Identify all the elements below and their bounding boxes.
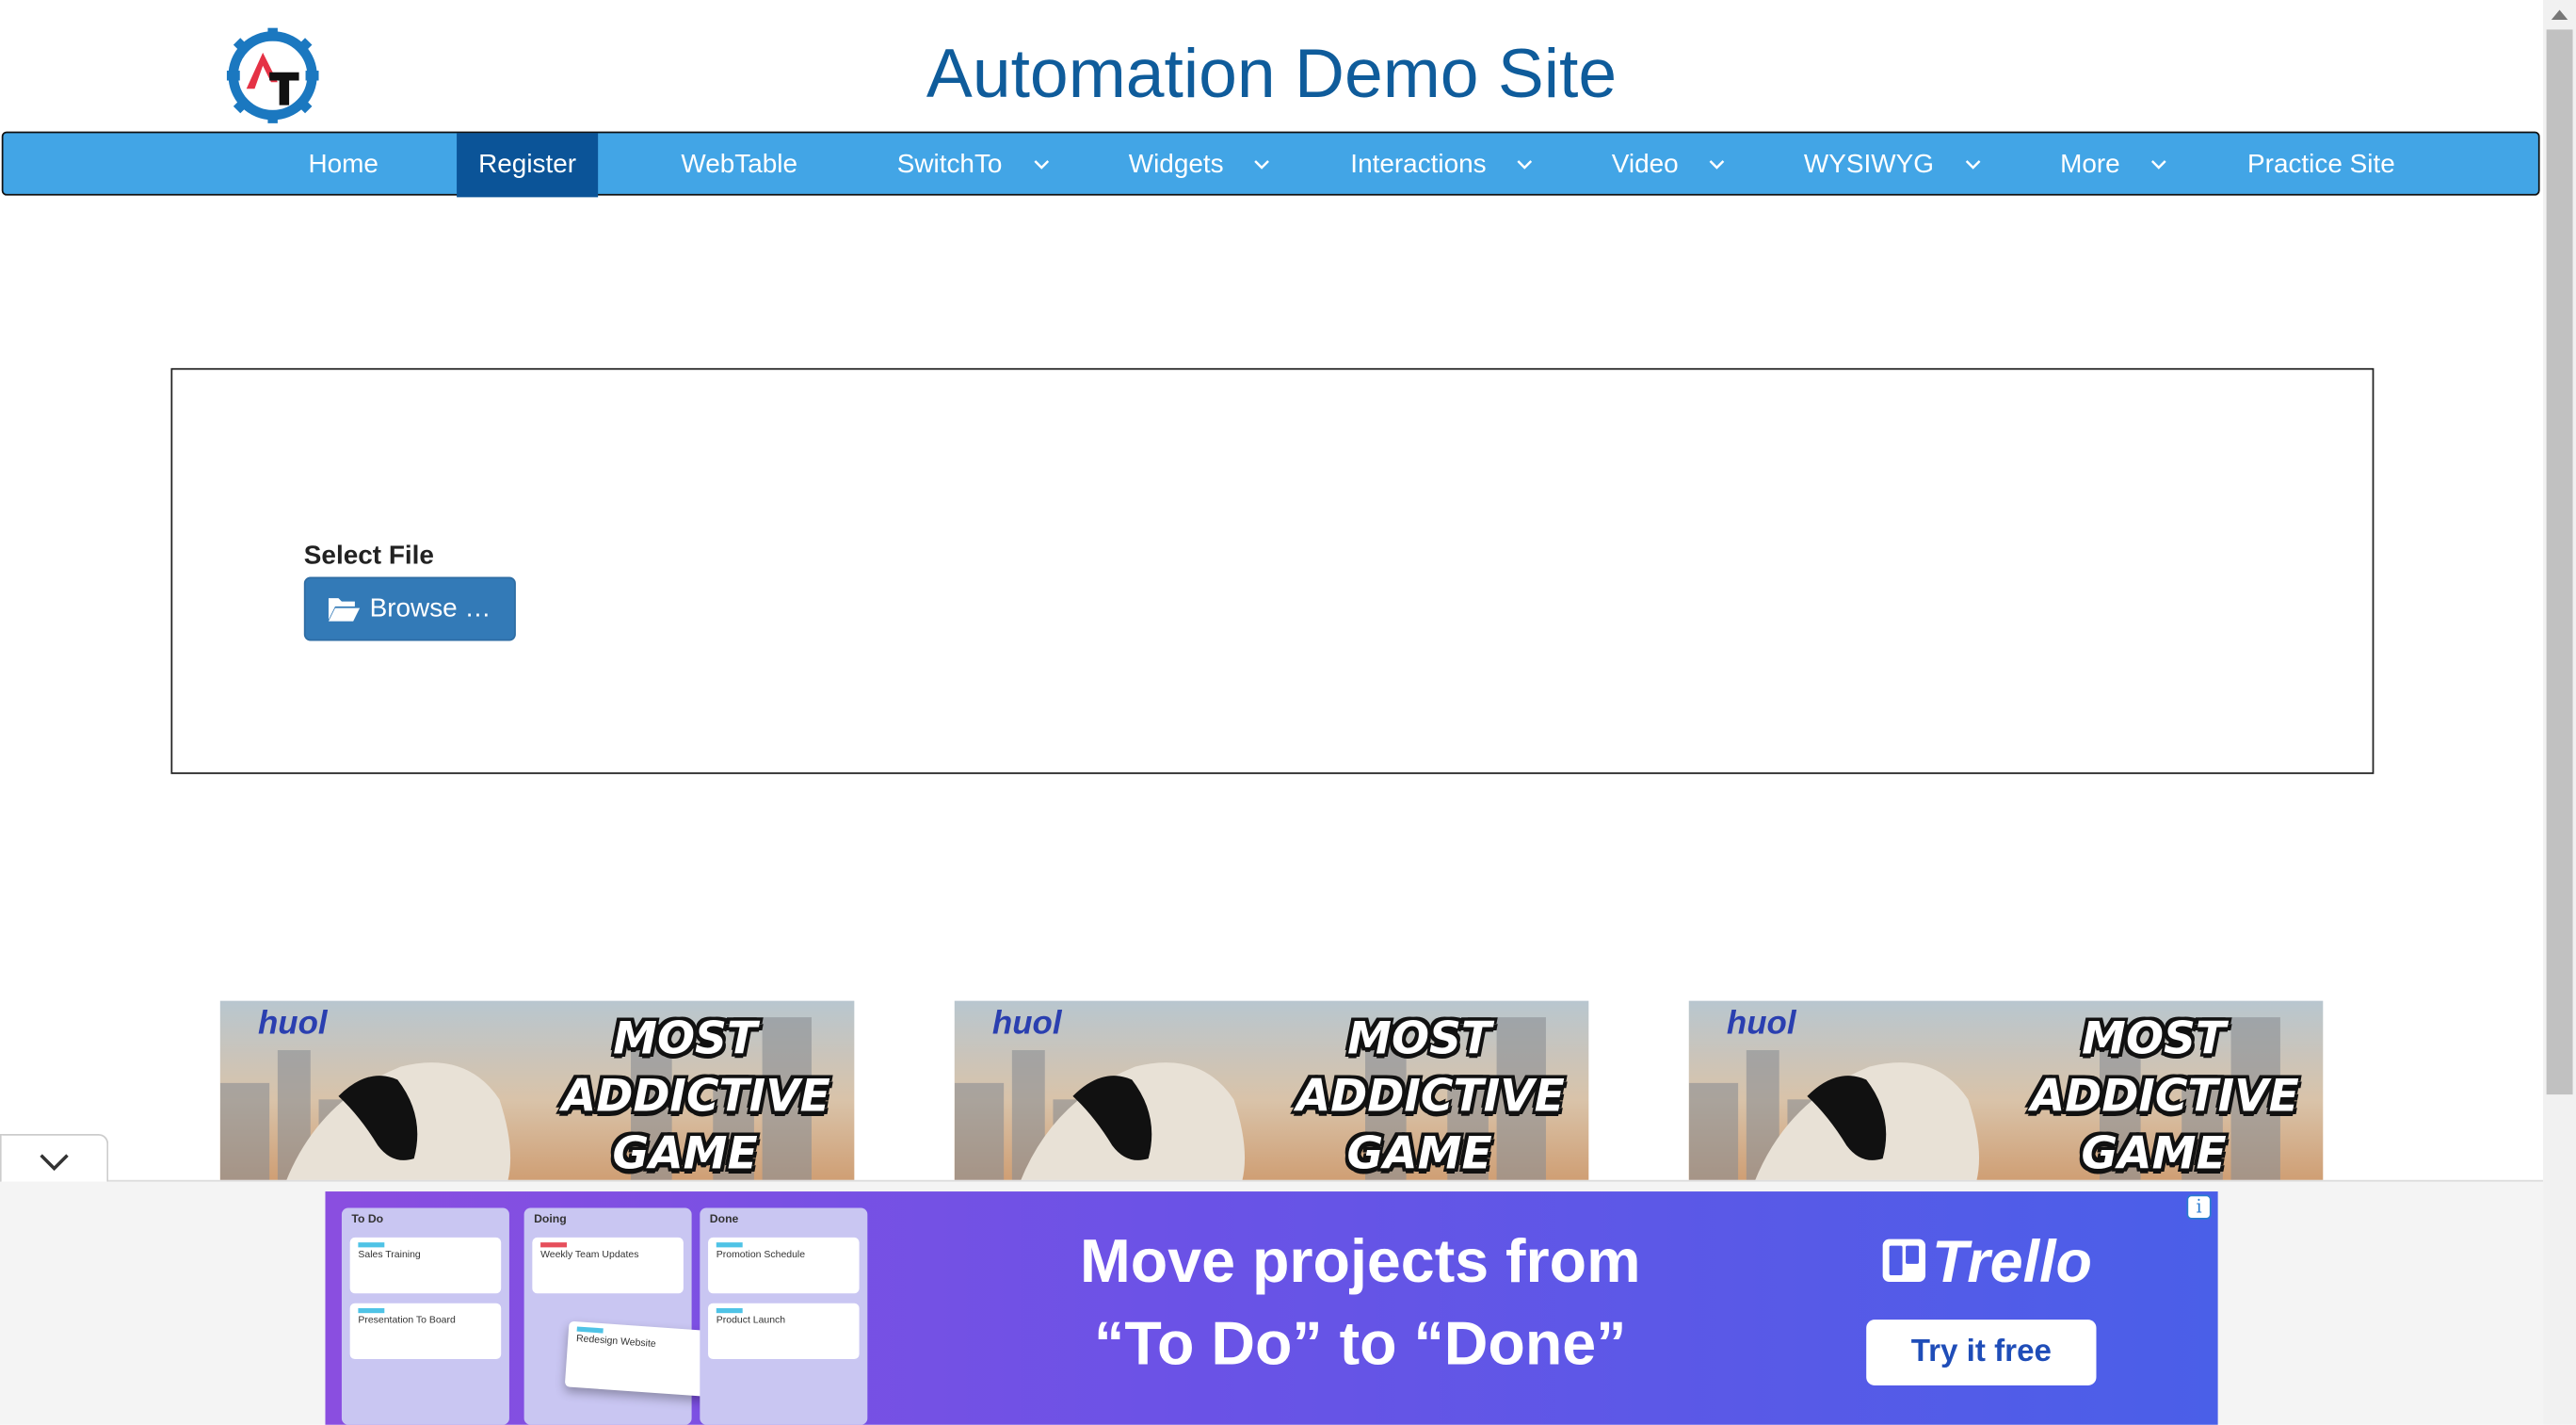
folder-open-icon [328, 598, 361, 622]
scrollbar-thumb[interactable] [2546, 29, 2573, 1095]
board-card: Promotion Schedule [708, 1237, 860, 1294]
game-ad-brand: huol [257, 1005, 328, 1043]
scroll-up-arrow-icon[interactable] [2551, 9, 2568, 20]
nav-more[interactable]: More [2060, 133, 2192, 197]
trello-ad-headline: Move projects from “To Do” to “Done” [1079, 1227, 1641, 1378]
nav-register-label: Register [478, 151, 577, 180]
board-column: Doing Weekly Team Updates Redesign Websi… [523, 1207, 720, 1425]
nav-home[interactable]: Home [286, 133, 401, 197]
nav-webtable-label: WebTable [681, 151, 798, 180]
board-card: Product Launch [708, 1303, 860, 1360]
try-it-free-button[interactable]: Try it free [1866, 1320, 2097, 1385]
main-navbar: Home Register WebTable SwitchTo Widgets … [1, 131, 2540, 198]
nav-video[interactable]: Video [1612, 133, 1744, 197]
page-title: Automation Demo Site [926, 34, 1618, 112]
file-upload-panel [170, 367, 2375, 774]
game-ad-headline: MOST ADDICTIVE GAME [1296, 1013, 1565, 1180]
nav-home-label: Home [308, 151, 378, 180]
game-ad-banner[interactable]: huol MOST ADDICTIVE GAME [1688, 1000, 2324, 1182]
game-ad-brand: huol [1726, 1005, 1796, 1043]
trello-mark-icon [1882, 1239, 1926, 1283]
nav-practice-site-label: Practice Site [2247, 151, 2395, 180]
board-card: Presentation To Board [349, 1303, 502, 1360]
vertical-scrollbar[interactable] [2543, 0, 2576, 1425]
nav-switchto[interactable]: SwitchTo [897, 133, 1061, 197]
browse-button[interactable]: Browse … [303, 576, 516, 641]
trello-logo: Trello [1882, 1227, 2092, 1296]
game-ad-headline: MOST ADDICTIVE GAME [561, 1013, 830, 1180]
ad-collapse-toggle[interactable] [0, 1133, 109, 1182]
nav-more-label: More [2060, 151, 2120, 180]
page: Automation Demo Site Home Register WebTa… [0, 0, 2576, 1425]
trello-ad[interactable]: To Do Sales Training Presentation To Boa… [325, 1191, 2218, 1425]
game-ad-banner[interactable]: huol MOST ADDICTIVE GAME [954, 1000, 1589, 1182]
chevron-down-icon [40, 1154, 69, 1172]
nav-webtable[interactable]: WebTable [673, 133, 805, 197]
info-icon[interactable]: i [2186, 1194, 2212, 1220]
board-card: Weekly Team Updates [532, 1237, 684, 1294]
nav-interactions[interactable]: Interactions [1350, 133, 1547, 197]
nav-wysiwyg-label: WYSIWYG [1803, 151, 1934, 180]
chevron-down-icon [2150, 160, 2166, 170]
browse-button-label: Browse … [369, 594, 491, 623]
board-column: To Do Sales Training Presentation To Boa… [341, 1207, 509, 1425]
board-card: Redesign Website [564, 1320, 720, 1398]
nav-practice-site[interactable]: Practice Site [2247, 133, 2411, 197]
select-file-label: Select File [303, 542, 434, 571]
nav-wysiwyg[interactable]: WYSIWYG [1804, 133, 2001, 197]
nav-video-label: Video [1611, 151, 1679, 180]
game-ad-banner[interactable]: huol MOST ADDICTIVE GAME [219, 1000, 855, 1182]
board-card: Sales Training [349, 1237, 502, 1294]
nav-switchto-label: SwitchTo [896, 151, 1003, 180]
kanban-board-image: To Do Sales Training Presentation To Boa… [341, 1207, 868, 1425]
chevron-down-icon [1254, 160, 1269, 170]
nav-register[interactable]: Register [457, 133, 599, 198]
chevron-down-icon [1965, 160, 1981, 170]
board-column: Done Promotion Schedule Product Launch [700, 1207, 868, 1425]
chevron-down-icon [1034, 160, 1050, 170]
chevron-down-icon [1709, 160, 1725, 170]
chevron-down-icon [1517, 160, 1533, 170]
nav-widgets-label: Widgets [1128, 151, 1224, 180]
nav-widgets[interactable]: Widgets [1129, 133, 1293, 197]
nav-interactions-label: Interactions [1350, 151, 1487, 180]
game-ad-brand: huol [991, 1005, 1062, 1043]
game-ad-headline: MOST ADDICTIVE GAME [2030, 1013, 2299, 1180]
